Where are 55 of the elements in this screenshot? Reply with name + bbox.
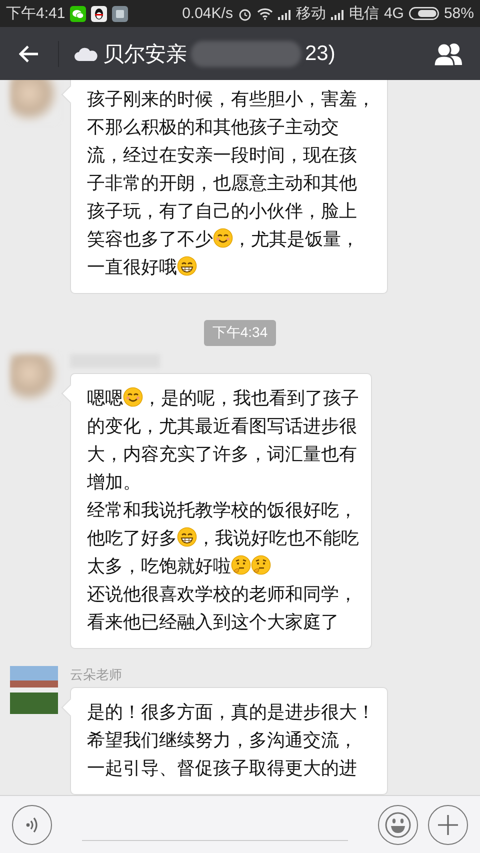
plus-icon bbox=[437, 814, 459, 836]
message-text: 经常和我说托教学校的饭很好吃， bbox=[87, 500, 357, 520]
app-icon bbox=[112, 6, 128, 22]
emoji-button[interactable] bbox=[378, 804, 418, 844]
cloud-icon bbox=[74, 46, 99, 62]
message-text: 太多，吃饱就好啦 bbox=[87, 556, 231, 576]
message-text: 笑容也多了不少 bbox=[87, 229, 213, 249]
carrier-name: 移动 bbox=[296, 4, 326, 23]
message-text: 增加。 bbox=[87, 472, 141, 492]
message-text: 孩子玩，有了自己的小伙伴，脸上 bbox=[87, 201, 357, 221]
chat-app-icon bbox=[70, 6, 86, 22]
clock-time: 下午4:41 bbox=[6, 4, 66, 23]
message-text: 看来他已经融入到这个大家庭了 bbox=[87, 612, 339, 632]
battery-icon bbox=[408, 7, 439, 20]
wifi-icon bbox=[256, 7, 273, 20]
message-text: 还说他很喜欢学校的老师和同学， bbox=[87, 584, 357, 604]
message-text: 是的！很多方面，真的是进步很大！ bbox=[87, 702, 375, 722]
message-text: ，是的呢，我也看到了孩子 bbox=[143, 388, 359, 408]
add-button[interactable] bbox=[428, 804, 468, 844]
message-text: 不那么积极的和其他孩子主动交 bbox=[87, 117, 339, 137]
signal-icon bbox=[330, 8, 344, 20]
message-text: 子非常的开朗，也愿意主动和其他 bbox=[87, 173, 357, 193]
message-text: 一直很好哦 bbox=[87, 257, 177, 277]
message-text: ，尤其是饭量， bbox=[233, 229, 359, 249]
message-text: 一起引导、督促孩子取得更大的进 bbox=[87, 758, 357, 778]
message-text: 大，内容充实了许多，词汇量也有 bbox=[87, 444, 357, 464]
smiley-face-icon bbox=[385, 812, 411, 838]
grinning-emoji-icon bbox=[177, 256, 197, 276]
message-text: 嗯嗯 bbox=[87, 388, 123, 408]
back-arrow-icon bbox=[19, 44, 39, 62]
alarm-icon bbox=[238, 6, 252, 20]
message-text: 希望我们继续努力，多沟通交流， bbox=[87, 730, 357, 750]
signal-icon bbox=[278, 8, 291, 20]
network-speed: 0.04K/s bbox=[182, 5, 233, 22]
penguin-app-icon bbox=[91, 6, 108, 22]
message-text: 孩子刚来的时候，有些胆小，害羞， bbox=[87, 89, 375, 109]
message-text: 的变化，尤其最近看图写话进步很 bbox=[87, 416, 357, 436]
voice-button[interactable] bbox=[12, 804, 52, 844]
message-text: ，我说好吃也不能吃 bbox=[197, 528, 359, 548]
grinning-emoji-icon bbox=[177, 527, 197, 547]
battery-percent: 58% bbox=[444, 5, 474, 22]
timestamp: 下午4:34 bbox=[204, 320, 276, 346]
chat-title: 贝尔安亲 bbox=[103, 42, 187, 68]
voice-icon bbox=[24, 814, 40, 834]
network-type: 4G bbox=[384, 5, 404, 22]
thinking-emoji-icon bbox=[231, 555, 251, 575]
sender-name: 云朵老师 bbox=[70, 666, 123, 682]
smiley-emoji-icon bbox=[213, 228, 233, 248]
member-count: 23) bbox=[305, 42, 336, 66]
message-text: 他吃了好多 bbox=[87, 528, 177, 548]
smiley-emoji-icon bbox=[123, 387, 143, 407]
thinking-emoji-icon bbox=[251, 555, 271, 575]
carrier-name: 电信 bbox=[348, 4, 379, 23]
message-text: 流，经过在安亲一段时间，现在孩 bbox=[87, 145, 357, 165]
avatar-photo[interactable] bbox=[10, 666, 58, 714]
